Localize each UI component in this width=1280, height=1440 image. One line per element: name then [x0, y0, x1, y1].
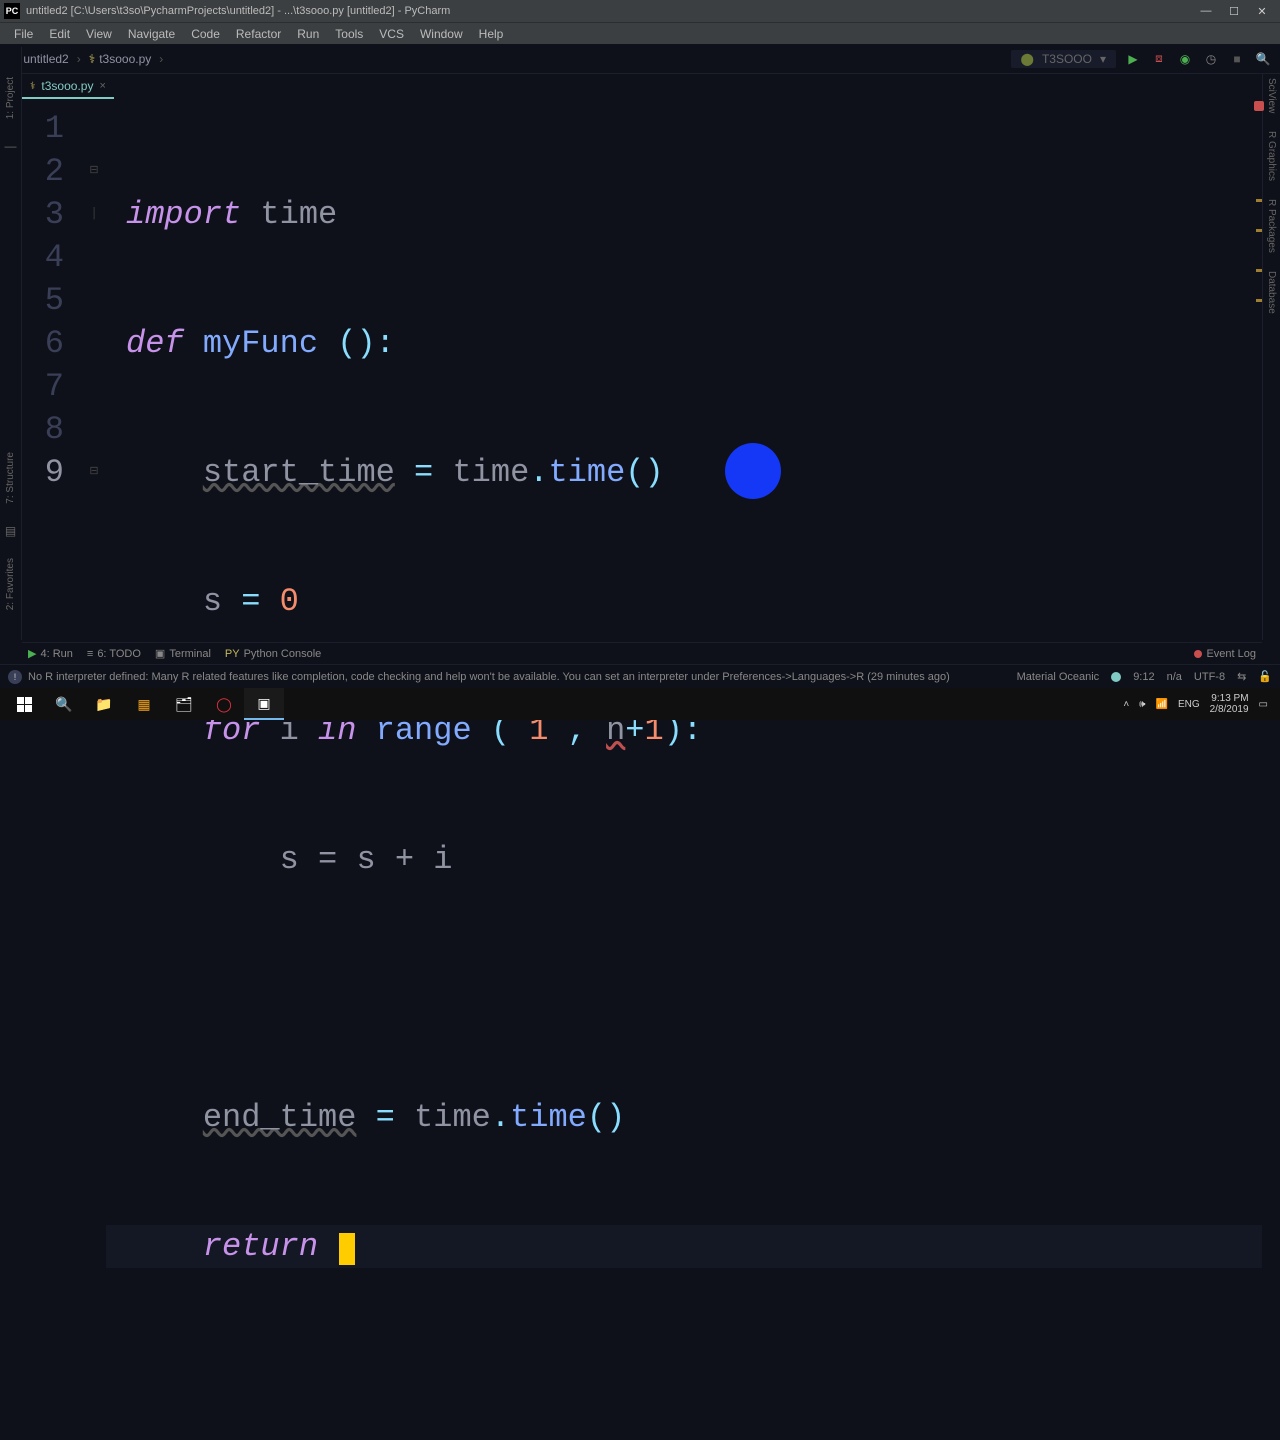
- menu-file[interactable]: File: [6, 25, 41, 43]
- profile-button[interactable]: ◷: [1202, 50, 1220, 68]
- theme-circle-icon: [1111, 672, 1121, 682]
- window-title: untitled2 [C:\Users\t3so\PycharmProjects…: [26, 5, 450, 17]
- fold-icon[interactable]: ⊟: [82, 451, 106, 494]
- close-tab-icon[interactable]: ×: [99, 80, 105, 92]
- status-bar: ! No R interpreter defined: Many R relat…: [0, 664, 1280, 688]
- tool-sciview[interactable]: SciView: [1266, 78, 1277, 113]
- menu-navigate[interactable]: Navigate: [120, 25, 183, 43]
- separator-icon: —: [5, 139, 17, 153]
- menu-edit[interactable]: Edit: [41, 25, 78, 43]
- search-everywhere-button[interactable]: 🔍: [1254, 50, 1272, 68]
- tool-todo[interactable]: ≡6: TODO: [87, 648, 141, 660]
- python-icon: ⬤: [1021, 52, 1034, 66]
- menu-tools[interactable]: Tools: [327, 25, 371, 43]
- chevron-right-icon: ›: [159, 52, 163, 66]
- minimize-button[interactable]: —: [1192, 2, 1220, 20]
- tool-structure[interactable]: 7: Structure: [5, 452, 16, 504]
- structure-icon: ▤: [5, 524, 16, 538]
- menu-view[interactable]: View: [78, 25, 120, 43]
- fold-column: ⊟│ ⊟: [82, 99, 106, 640]
- menu-refactor[interactable]: Refactor: [228, 25, 289, 43]
- tab-filename: t3sooo.py: [41, 79, 93, 93]
- fold-icon[interactable]: │: [82, 193, 106, 236]
- warning-marker[interactable]: [1256, 269, 1262, 272]
- menu-window[interactable]: Window: [412, 25, 471, 43]
- taskbar-explorer[interactable]: 📁: [84, 688, 124, 720]
- taskbar-sublime[interactable]: ▦: [124, 688, 164, 720]
- breadcrumb-file[interactable]: t3sooo.py: [99, 52, 151, 66]
- warning-marker[interactable]: [1256, 229, 1262, 232]
- status-message[interactable]: No R interpreter defined: Many R related…: [28, 671, 950, 683]
- warning-icon: !: [8, 670, 22, 684]
- python-file-icon: ⚕: [30, 81, 35, 92]
- run-config-name: T3SOOO: [1042, 52, 1092, 66]
- code-editor[interactable]: import time def myFunc (): start_time = …: [106, 99, 1262, 640]
- stop-button[interactable]: ■: [1228, 50, 1246, 68]
- windows-taskbar: 🔍 📁 ▦ 🗂 ◯ ▣ ˄ 🕪 📶 ENG 9:13 PM 2/8/2019 ▭: [0, 688, 1280, 720]
- tool-python-console[interactable]: PYPython Console: [225, 648, 321, 660]
- debug-button[interactable]: ⧈: [1150, 50, 1168, 68]
- tool-project[interactable]: 1: Project: [5, 77, 16, 119]
- run-button[interactable]: ▶: [1124, 50, 1142, 68]
- tool-favorites[interactable]: 2: Favorites: [5, 558, 16, 610]
- error-marker[interactable]: [1254, 101, 1264, 111]
- tray-notifications-icon[interactable]: ▭: [1259, 699, 1268, 710]
- breadcrumb-project[interactable]: untitled2: [23, 52, 68, 66]
- tray-clock[interactable]: 9:13 PM 2/8/2019: [1210, 693, 1249, 715]
- status-encoding[interactable]: UTF-8: [1194, 671, 1225, 683]
- run-config-selector[interactable]: ⬤ T3SOOO ▾: [1011, 50, 1116, 68]
- error-stripe[interactable]: [1252, 99, 1264, 640]
- taskbar-app[interactable]: 🗂: [164, 688, 204, 720]
- menu-vcs[interactable]: VCS: [371, 25, 412, 43]
- editor-area: 123456789 ⊟│ ⊟ import time def myFunc ()…: [22, 99, 1262, 640]
- lock-icon[interactable]: 🔓: [1258, 670, 1272, 683]
- start-button[interactable]: [4, 688, 44, 720]
- tray-wifi-icon[interactable]: 📶: [1155, 699, 1167, 710]
- tool-terminal[interactable]: ▣Terminal: [155, 647, 211, 660]
- tray-language[interactable]: ENG: [1178, 699, 1200, 710]
- taskbar-opera[interactable]: ◯: [204, 688, 244, 720]
- left-tool-strip: 1: Project — 7: Structure ▤ 2: Favorites: [0, 47, 22, 640]
- navigation-bar: ▣ untitled2 › ⚕ t3sooo.py › ⬤ T3SOOO ▾ ▶…: [0, 44, 1280, 74]
- text-cursor: [339, 1233, 355, 1265]
- menu-help[interactable]: Help: [471, 25, 512, 43]
- app-icon: PC: [4, 3, 20, 19]
- event-log[interactable]: Event Log: [1194, 648, 1256, 660]
- status-theme[interactable]: Material Oceanic: [1017, 671, 1100, 683]
- tool-window-bar: ▶4: Run ≡6: TODO ▣Terminal PYPython Cons…: [22, 642, 1262, 664]
- tool-run[interactable]: ▶4: Run: [28, 647, 73, 660]
- status-caret-pos[interactable]: 9:12: [1133, 671, 1154, 683]
- editor-tabs: ⚕ t3sooo.py ×: [0, 74, 1280, 99]
- maximize-button[interactable]: ☐: [1220, 2, 1248, 20]
- fold-icon[interactable]: ⊟: [82, 150, 106, 193]
- chevron-icon: ⇆: [1237, 670, 1246, 683]
- menu-code[interactable]: Code: [183, 25, 228, 43]
- close-button[interactable]: ✕: [1248, 2, 1276, 20]
- taskbar-pycharm[interactable]: ▣: [244, 688, 284, 720]
- tray-network-icon[interactable]: 🕪: [1139, 699, 1145, 710]
- menu-bar: File Edit View Navigate Code Refactor Ru…: [0, 22, 1280, 44]
- cursor-highlight-dot: [725, 443, 781, 499]
- menu-run[interactable]: Run: [289, 25, 327, 43]
- notification-dot-icon: [1194, 650, 1202, 658]
- python-file-icon: ⚕: [89, 52, 96, 66]
- warning-marker[interactable]: [1256, 299, 1262, 302]
- chevron-down-icon: ▾: [1100, 52, 1106, 66]
- warning-marker[interactable]: [1256, 199, 1262, 202]
- chevron-right-icon: ›: [77, 52, 81, 66]
- tray-chevron-icon[interactable]: ˄: [1123, 699, 1129, 710]
- window-titlebar: PC untitled2 [C:\Users\t3so\PycharmProje…: [0, 0, 1280, 22]
- search-button[interactable]: 🔍: [44, 688, 84, 720]
- status-selection: n/a: [1167, 671, 1182, 683]
- line-gutter: 123456789: [22, 99, 82, 640]
- editor-tab[interactable]: ⚕ t3sooo.py ×: [22, 75, 114, 99]
- coverage-button[interactable]: ◉: [1176, 50, 1194, 68]
